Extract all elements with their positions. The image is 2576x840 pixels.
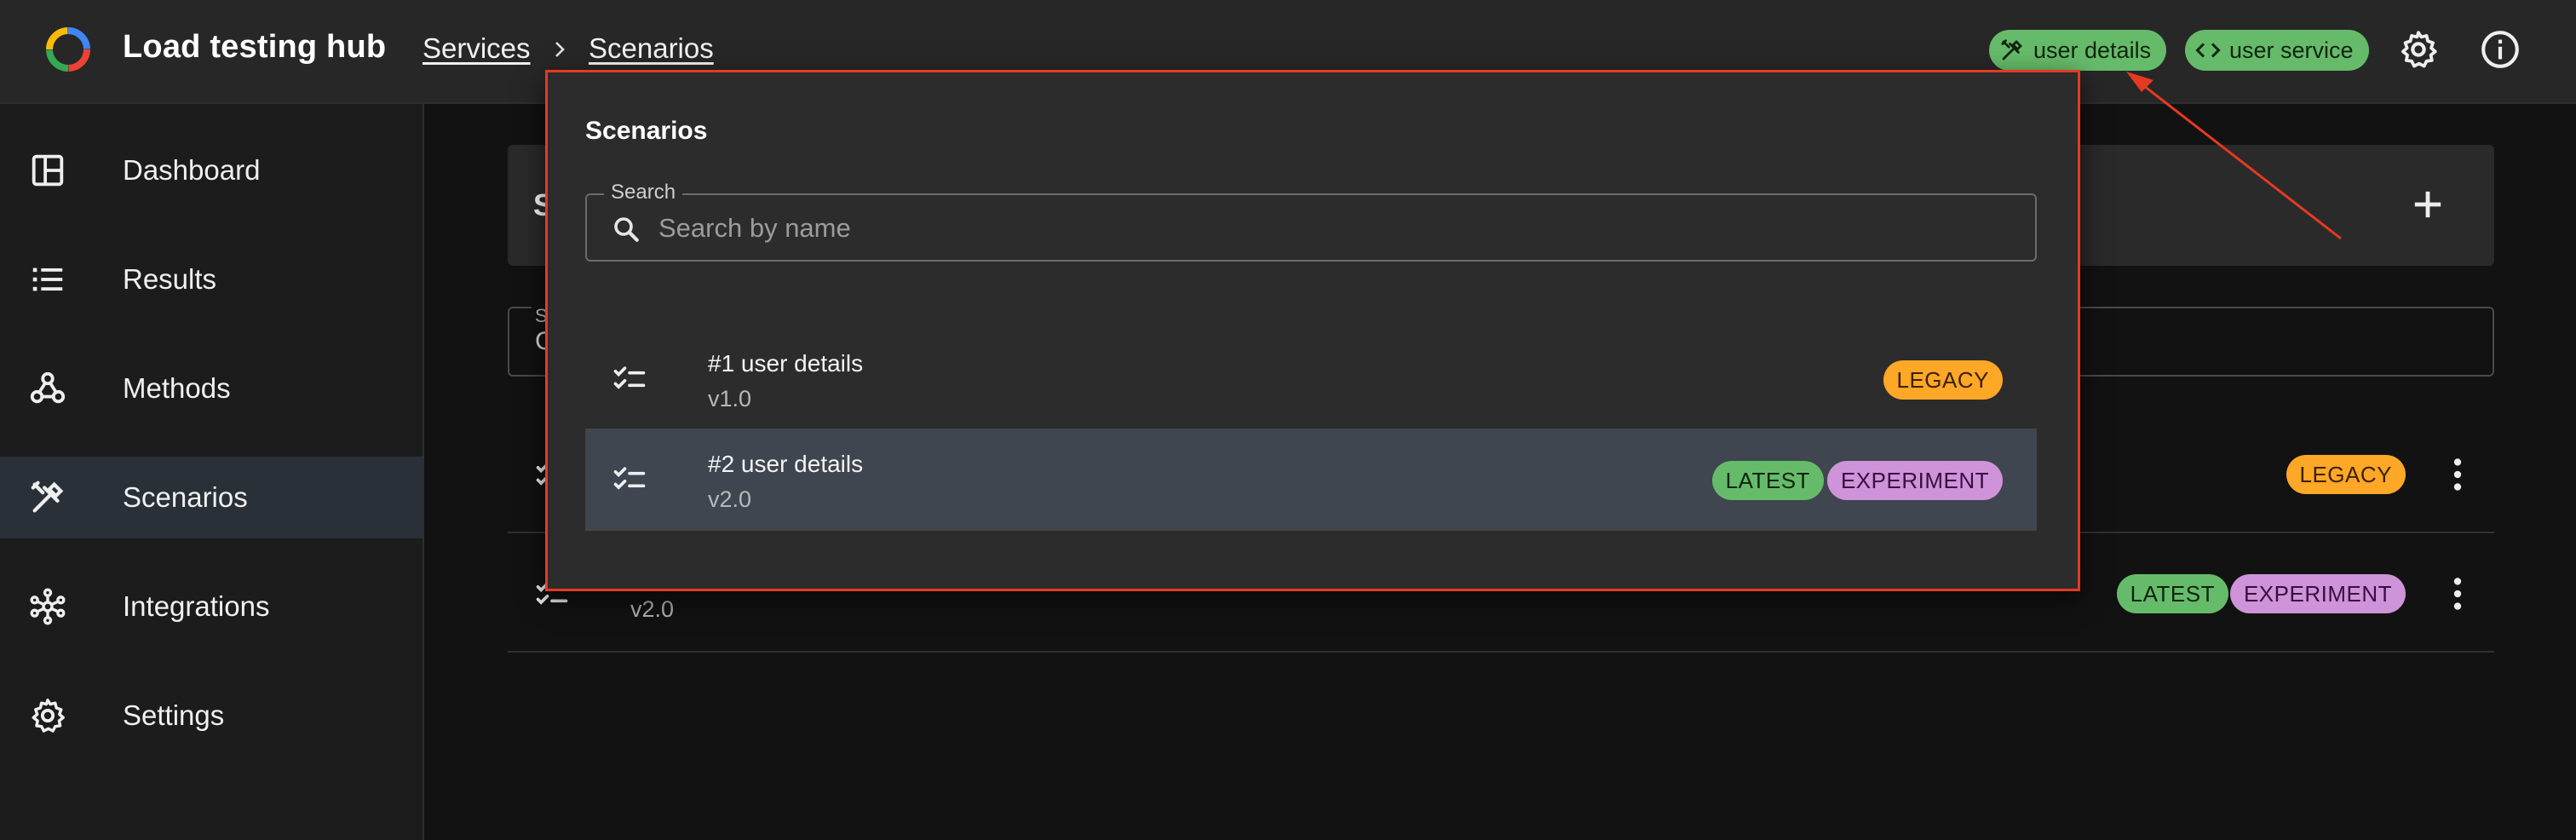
legacy-badge: LEGACY [1883, 360, 2003, 400]
breadcrumb-services[interactable]: Services [423, 32, 531, 65]
sidebar-item-label: Methods [123, 372, 231, 404]
sidebar-item-label: Integrations [123, 590, 270, 622]
breadcrumb-scenarios[interactable]: Scenarios [589, 32, 714, 65]
user-service-chip[interactable]: user service [2185, 30, 2369, 71]
search-label: Search [604, 181, 683, 204]
checklist-icon [613, 467, 646, 490]
tools-icon [2001, 39, 2022, 60]
experiment-badge: EXPERIMENT [1826, 461, 2003, 500]
scenario-list-item[interactable]: #1 user details v1.0 LEGACY [585, 328, 2037, 430]
experiment-badge: EXPERIMENT [2229, 574, 2406, 613]
popover-title: Scenarios [585, 117, 708, 145]
scenario-list-item-selected[interactable]: #2 user details v2.0 LATEST EXPERIMENT [585, 429, 2037, 531]
chip-label: user details [2033, 37, 2152, 63]
gear-icon [32, 699, 65, 733]
plus-icon[interactable] [2406, 182, 2450, 227]
info-icon[interactable] [2479, 28, 2521, 71]
user-details-chip[interactable]: user details [1989, 30, 2167, 71]
row-version: v2.0 [630, 596, 675, 622]
sidebar-item-dashboard[interactable]: Dashboard [0, 129, 423, 211]
app-logo-icon[interactable] [43, 24, 94, 75]
more-vert-icon[interactable] [2436, 572, 2479, 615]
webhook-icon [30, 371, 66, 404]
list-icon [32, 268, 63, 291]
sidebar-item-label: Results [123, 263, 217, 295]
dashboard-icon [32, 154, 64, 187]
hub-icon [30, 588, 66, 625]
app-title: Load testing hub [123, 29, 387, 65]
scenario-version: v1.0 [708, 386, 752, 411]
sidebar-item-results[interactable]: Results [0, 239, 423, 320]
scenario-version: v2.0 [708, 486, 752, 512]
checklist-icon [613, 366, 646, 389]
sidebar-item-integrations[interactable]: Integrations [0, 566, 423, 647]
sidebar-item-scenarios[interactable]: Scenarios [0, 457, 423, 538]
code-icon [2195, 43, 2221, 58]
sidebar-item-settings[interactable]: Settings [0, 675, 423, 757]
latest-badge: LATEST [2116, 574, 2228, 613]
latest-badge: LATEST [1711, 461, 1824, 500]
sidebar-item-label: Scenarios [123, 481, 248, 513]
chevron-right-icon [555, 42, 565, 57]
sidebar-item-label: Dashboard [123, 154, 261, 186]
legacy-badge: LEGACY [2286, 455, 2406, 494]
sidebar: Dashboard Results Methods Scenarios Inte… [0, 104, 424, 840]
more-vert-icon[interactable] [2436, 453, 2479, 496]
search-input[interactable] [657, 207, 2020, 250]
scenarios-popover: Scenarios Search #1 user details v1.0 LE… [545, 70, 2080, 591]
chip-label: user service [2229, 37, 2354, 63]
scenario-name: #1 user details [708, 350, 864, 377]
scenario-name: #2 user details [708, 451, 864, 477]
tools-icon [31, 480, 64, 513]
popover-search-field[interactable]: Search [585, 181, 2037, 262]
gear-icon[interactable] [2397, 28, 2440, 71]
search-icon [614, 217, 639, 242]
sidebar-item-label: Settings [123, 699, 225, 731]
sidebar-item-methods[interactable]: Methods [0, 348, 423, 429]
